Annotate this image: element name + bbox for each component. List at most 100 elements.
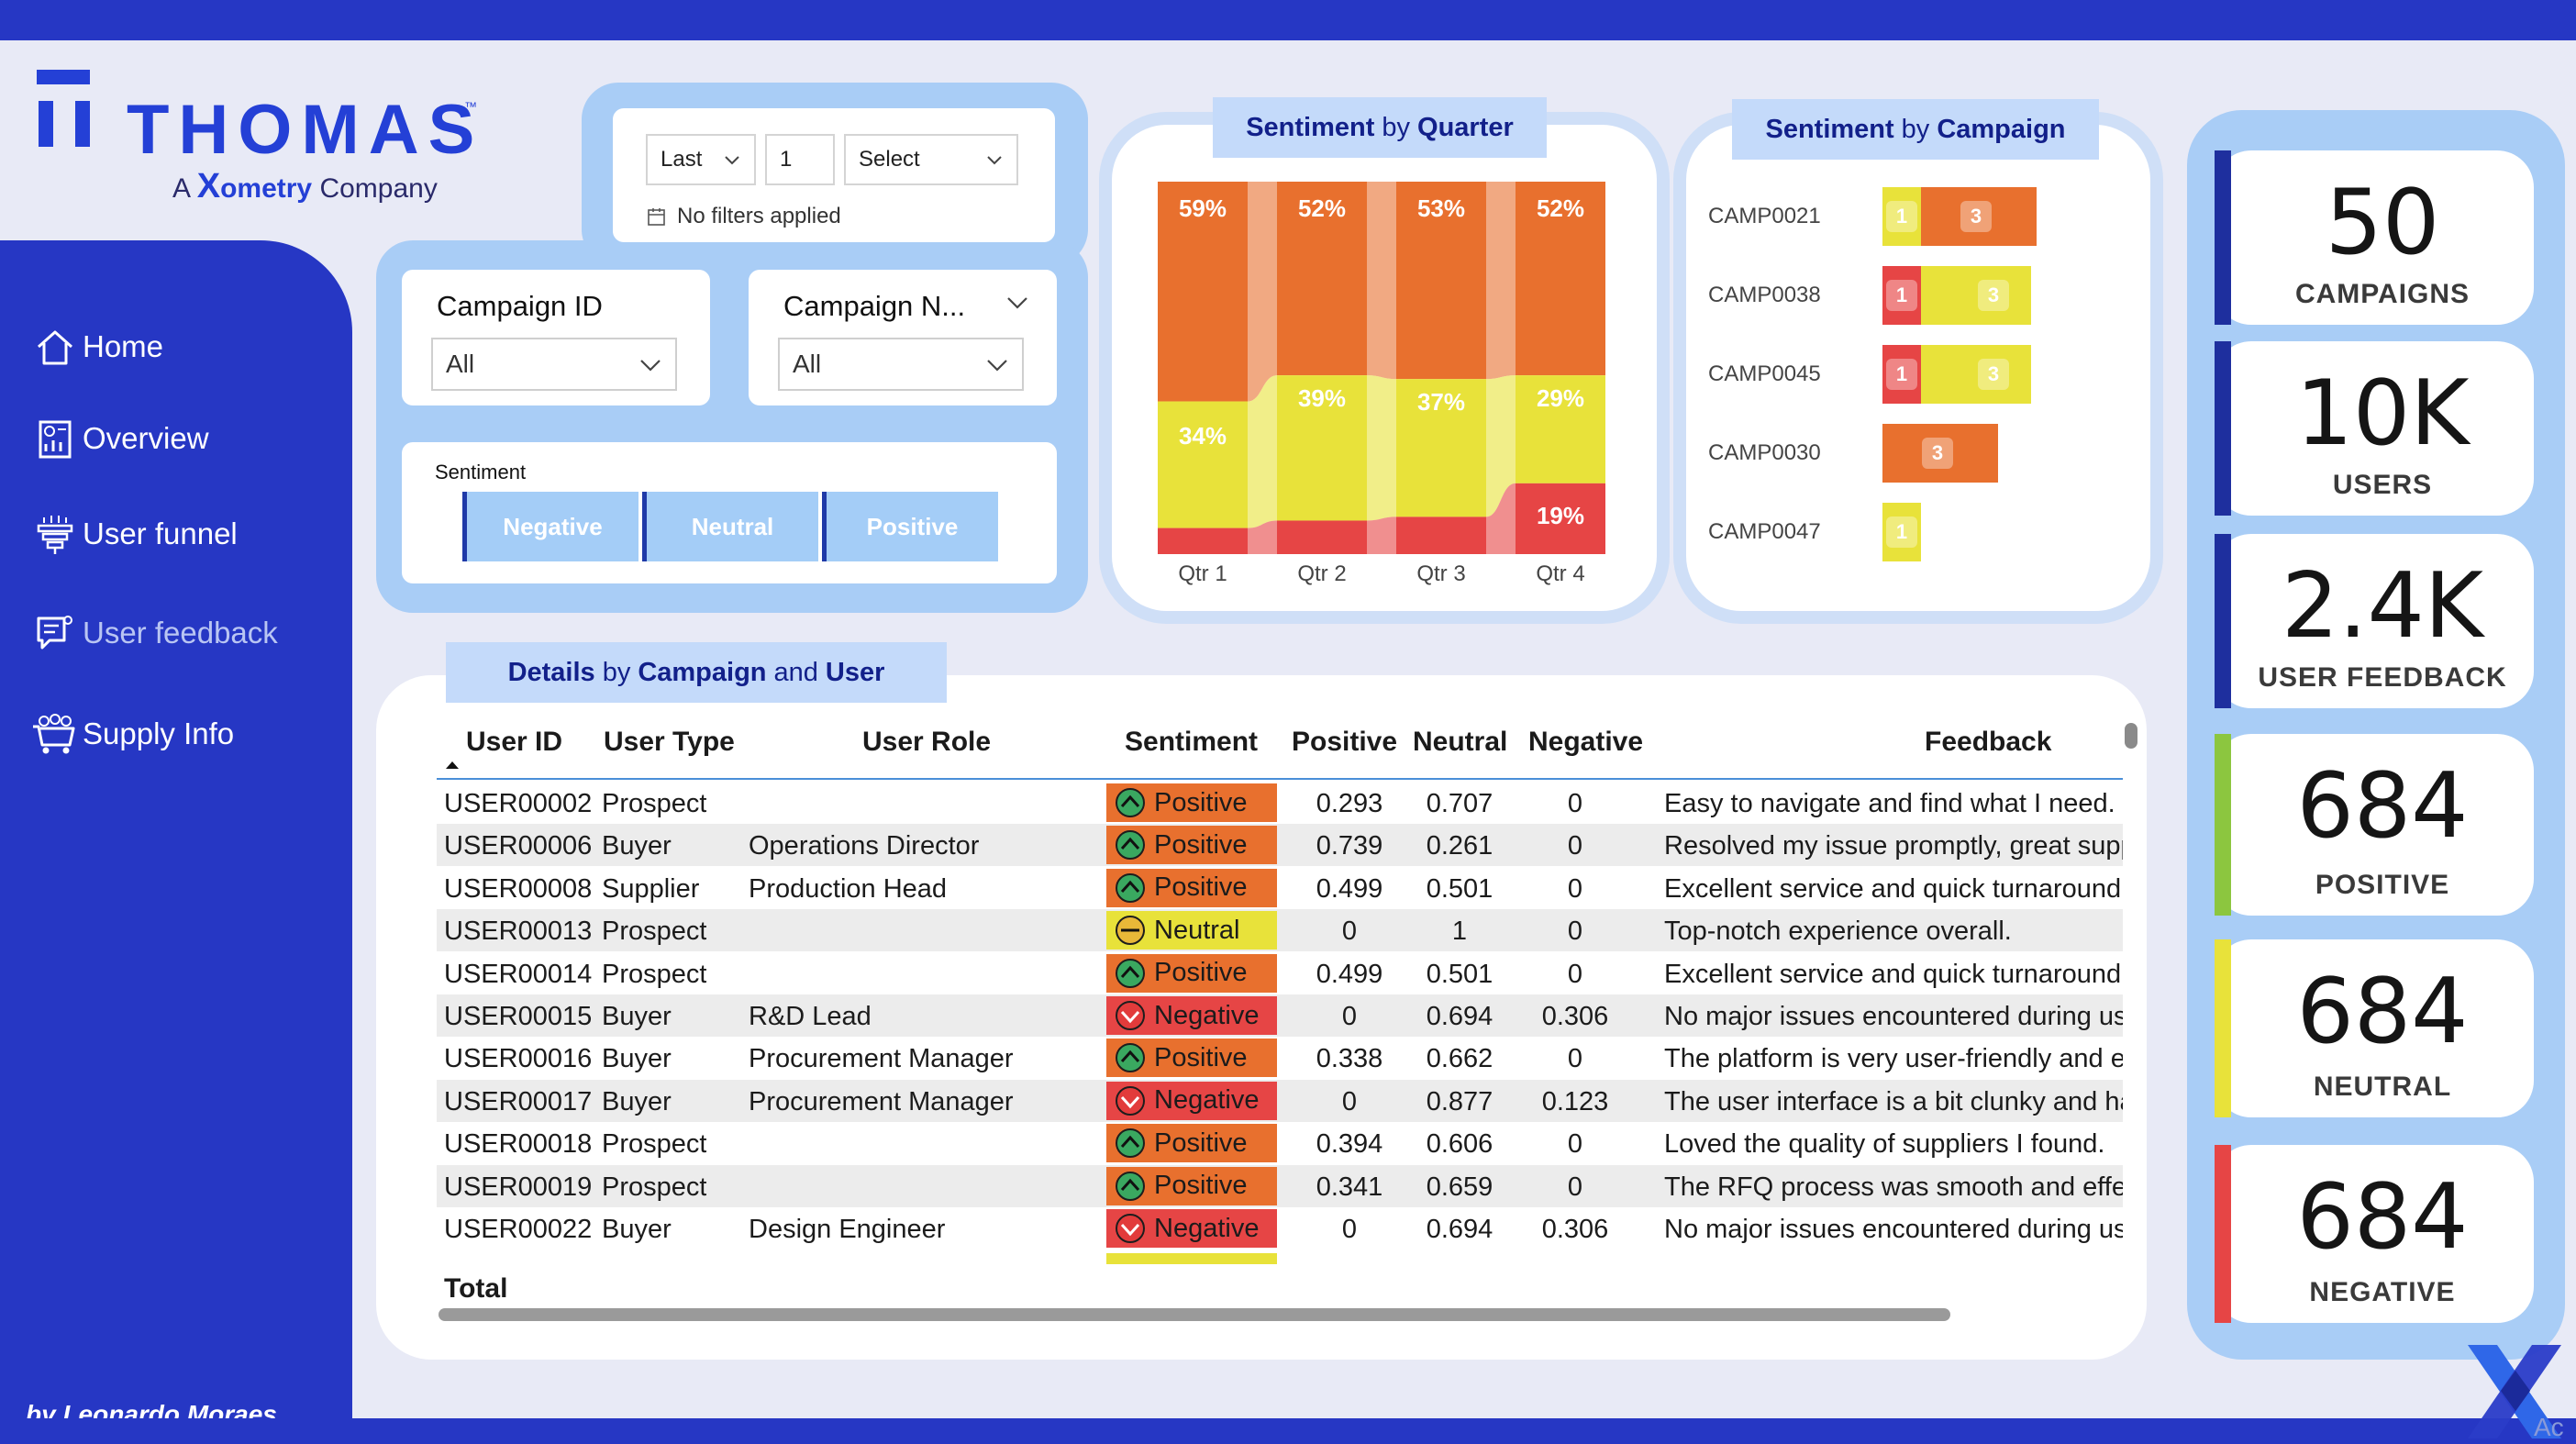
cell-positive: 0 (1341, 916, 1358, 947)
nav-user-feedback[interactable]: User feedback (28, 605, 339, 661)
campaign-bar-neutral[interactable]: 1 (1882, 503, 1921, 561)
unit-dropdown[interactable]: Select (844, 134, 1018, 185)
period-dropdown[interactable]: Last (646, 134, 756, 185)
quarter-data-label: 52% (1536, 194, 1585, 222)
table-row[interactable]: USER00019 Prospect Positive 0.341 0.659 0 The … (437, 1164, 2123, 1207)
column-header-negative[interactable]: Negative (1528, 727, 1643, 758)
funnel-icon (28, 510, 83, 558)
cell-user-type: Buyer (602, 831, 672, 861)
campaign-bar-negative[interactable]: 1 (1882, 345, 1921, 404)
cell-sentiment: Positive (1106, 826, 1277, 865)
header-bold2: Campaign (638, 657, 767, 687)
cell-sentiment: Positive (1106, 1166, 1277, 1205)
column-header-feedback[interactable]: Feedback (1925, 727, 2051, 758)
campaign-name-dropdown[interactable]: All (778, 338, 1024, 391)
clipped-sentiment-cell (1106, 1253, 1277, 1264)
column-header-sentiment[interactable]: Sentiment (1125, 727, 1258, 758)
cell-positive: 0.341 (1316, 1172, 1383, 1202)
table-row[interactable]: USER00008 Supplier Production Head Positive… (437, 867, 2123, 909)
arrow-up-circle-icon (1116, 1171, 1145, 1201)
column-header-positive[interactable]: Positive (1292, 727, 1397, 758)
cell-user-id: USER00016 (444, 1044, 593, 1074)
cell-user-id: USER00022 (444, 1215, 593, 1244)
campaign-bar-negative[interactable]: 1 (1882, 266, 1921, 325)
cell-positive: 0.739 (1316, 831, 1383, 861)
table-row[interactable]: USER00002 Prospect Positive 0.293 0.707 0 Easy… (437, 782, 2123, 824)
campaign-bar-value: 3 (1978, 280, 2009, 311)
kpi-value: 684 (2296, 960, 2469, 1064)
campaign-id-dropdown[interactable]: All (431, 338, 677, 391)
nav-home[interactable]: Home (28, 319, 339, 374)
nav-overview[interactable]: Overview (28, 411, 339, 466)
cell-sentiment: Positive (1106, 1124, 1277, 1163)
cell-user-id: USER00002 (444, 789, 593, 818)
table-horizontal-scrollbar[interactable] (439, 1308, 1950, 1321)
table-row[interactable]: USER00018 Prospect Positive 0.394 0.606 0 Love… (437, 1122, 2123, 1164)
column-header-user-id[interactable]: User ID (466, 727, 562, 758)
arrow-up-circle-icon (1116, 1128, 1145, 1159)
nav-home-label: Home (83, 329, 164, 363)
campaign-name-value: All (793, 350, 822, 378)
cell-sentiment: Positive (1106, 1039, 1277, 1078)
chevron-down-icon[interactable] (1004, 290, 1031, 316)
nav-supply-info[interactable]: Supply Info (28, 706, 339, 761)
table-row[interactable]: USER00016 Buyer Procurement Manager Positiv… (437, 1037, 2123, 1079)
cell-user-type: Prospect (602, 1129, 707, 1160)
cell-sentiment-label: Positive (1154, 1042, 1248, 1072)
cell-user-id: USER00014 (444, 959, 593, 989)
table-row[interactable]: USER00006 Buyer Operations Director Positiv… (437, 824, 2123, 867)
column-header-user-type[interactable]: User Type (604, 727, 735, 758)
feedback-icon (28, 609, 83, 657)
arrow-up-circle-icon (1116, 958, 1145, 988)
relative-date-filter: Last 1 Select No filters applied (613, 108, 1055, 242)
home-icon (28, 323, 83, 371)
header-light: by (602, 657, 631, 687)
table-row[interactable]: USER00015 Buyer R&D Lead Negative 0 0.694 0.30… (437, 994, 2123, 1037)
nav-overview-label: Overview (83, 421, 209, 455)
arrow-down-circle-icon (1116, 1214, 1145, 1243)
cell-user-type: Prospect (602, 959, 707, 989)
campaign-bar-positive[interactable]: 3 (1921, 187, 2037, 246)
campaign-bar-neutral[interactable]: 1 (1882, 187, 1921, 246)
table-row[interactable]: USER00017 Buyer Procurement Manager Negativ… (437, 1079, 2123, 1122)
cell-sentiment-label: Positive (1154, 829, 1248, 860)
chevron-down-icon (640, 360, 661, 372)
logo-mark-left (39, 101, 53, 147)
campaign-bar-positive[interactable]: 3 (1882, 424, 1998, 483)
cell-user-id: USER00013 (444, 916, 593, 947)
sort-ascending-icon[interactable] (444, 760, 461, 771)
campaign-bar-neutral[interactable]: 3 (1921, 345, 2031, 404)
sentiment-slicer: Sentiment Negative Neutral Positive (402, 442, 1057, 583)
header-light: by (1382, 112, 1411, 142)
cell-sentiment: Positive (1106, 953, 1277, 993)
campaign-chart-title: Sentiment by Campaign (1732, 99, 2099, 160)
column-header-neutral[interactable]: Neutral (1413, 727, 1507, 758)
cell-user-id: USER00017 (444, 1086, 593, 1116)
count-input[interactable]: 1 (765, 134, 835, 185)
cell-sentiment-label: Positive (1154, 1171, 1248, 1201)
table-row[interactable]: USER00022 Buyer Design Engineer Negative 0 0.… (437, 1207, 2123, 1250)
sentiment-positive-button[interactable]: Positive (822, 492, 998, 561)
bar-neutral-qtr1[interactable] (1158, 401, 1248, 528)
sentiment-negative-button[interactable]: Negative (462, 492, 638, 561)
bar-negative-qtr2[interactable] (1277, 520, 1367, 554)
cell-neutral: 0.694 (1426, 1215, 1493, 1244)
watermark-text: Ac (2534, 1413, 2564, 1441)
kpi-card-positive: 684 POSITIVE (2215, 734, 2534, 916)
bar-negative-qtr3[interactable] (1396, 517, 1486, 554)
nav-user-funnel[interactable]: User funnel (28, 506, 339, 561)
kpi-value: 2.4K (2281, 554, 2484, 659)
column-header-user-role[interactable]: User Role (862, 727, 991, 758)
sentiment-neutral-button[interactable]: Neutral (642, 492, 818, 561)
cell-negative: 0 (1567, 916, 1583, 947)
cell-sentiment-label: Negative (1154, 1000, 1260, 1030)
kpi-value: 684 (2296, 1165, 2469, 1270)
campaign-bar-neutral[interactable]: 3 (1921, 266, 2031, 325)
nav-user-feedback-label: User feedback (83, 616, 278, 650)
table-row[interactable]: USER00013 Prospect Neutral 0 1 0 Top-notch exp… (437, 909, 2123, 952)
table-vertical-scrollbar[interactable] (2125, 723, 2137, 749)
table-row[interactable]: USER00014 Prospect Positive 0.499 0.501 0 Exce… (437, 952, 2123, 994)
campaign-bar-value: 3 (1922, 438, 1953, 469)
kpi-label: USERS (2332, 470, 2433, 500)
bar-negative-qtr1[interactable] (1158, 528, 1248, 554)
